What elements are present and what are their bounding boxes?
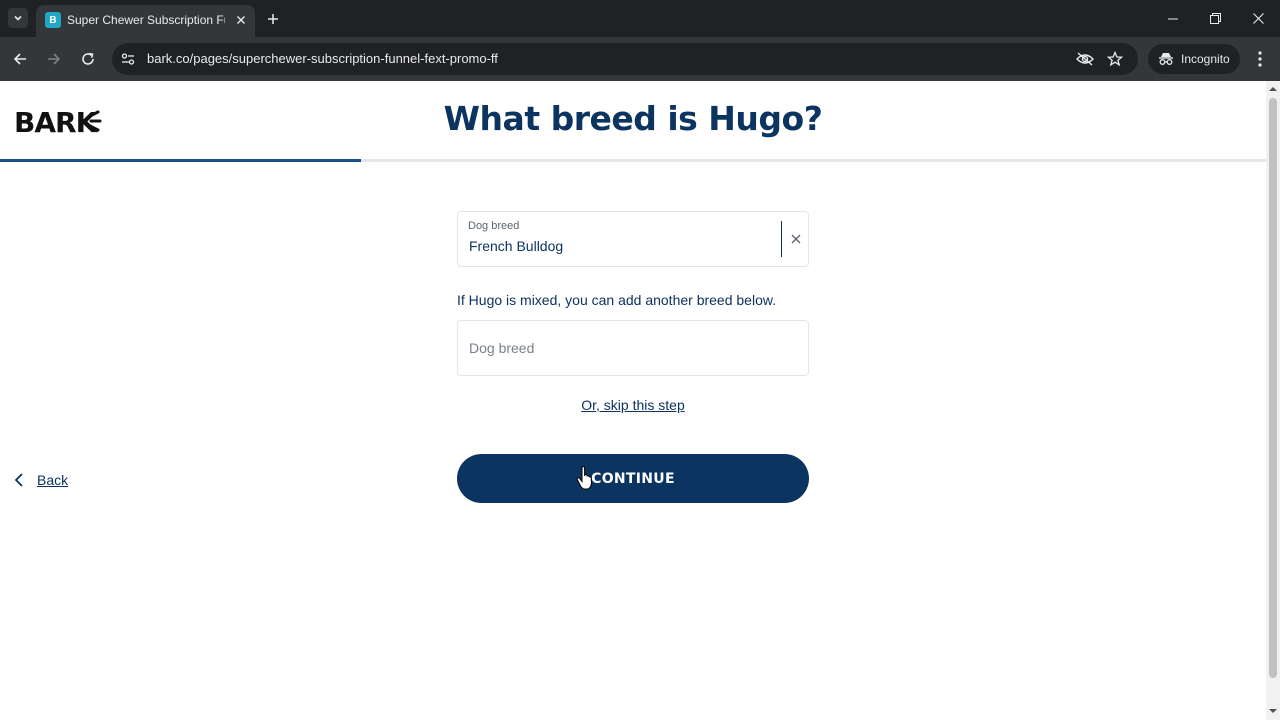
arrow-left-icon	[13, 53, 26, 65]
continue-button[interactable]: CONTINUE	[457, 454, 809, 503]
dog-breed-field-label: Dog breed	[468, 220, 520, 232]
star-icon	[1107, 51, 1123, 67]
restore-button[interactable]	[1194, 0, 1237, 37]
dog-breed-field[interactable]: Dog breed French Bulldog	[457, 211, 809, 267]
restore-icon	[1210, 13, 1221, 24]
scrollbar-thumb[interactable]	[1269, 98, 1277, 678]
minimize-icon	[1167, 18, 1178, 19]
scroll-down-arrow-icon[interactable]	[1269, 707, 1277, 715]
skip-step-link-label[interactable]: Or, skip this step	[581, 397, 684, 413]
browser-toolbar: bark.co/pages/superchewer-subscription-f…	[0, 37, 1280, 81]
incognito-indicator[interactable]: Incognito	[1148, 44, 1240, 74]
back-link[interactable]: Back	[14, 470, 68, 490]
tab-title: Super Chewer Subscription Fun	[67, 13, 225, 27]
hand-cursor-icon	[576, 466, 593, 490]
close-icon	[1253, 13, 1264, 24]
dog-breed-field-value[interactable]: French Bulldog	[469, 238, 563, 254]
chevron-left-icon	[14, 473, 23, 487]
tab-search-button[interactable]	[8, 8, 28, 28]
url-text[interactable]: bark.co/pages/superchewer-subscription-f…	[147, 51, 498, 66]
plus-icon	[268, 14, 278, 24]
mixed-breed-hint: If Hugo is mixed, you can add another br…	[457, 292, 777, 308]
eye-off-icon	[1076, 52, 1094, 66]
close-icon	[791, 234, 801, 244]
bark-favicon-icon: B	[45, 12, 61, 28]
skip-step-link[interactable]: Or, skip this step	[0, 397, 1266, 413]
page-title: What breed is Hugo?	[443, 99, 823, 138]
continue-button-label: CONTINUE	[591, 470, 675, 487]
page-content: BARK What breed is Hugo? Dog breed Frenc…	[0, 81, 1266, 720]
scroll-up-arrow-icon[interactable]	[1269, 85, 1277, 93]
bookmark-button[interactable]	[1106, 50, 1124, 68]
tab-close-button[interactable]	[232, 11, 250, 29]
browser-menu-button[interactable]	[1250, 49, 1270, 69]
close-icon	[237, 16, 245, 24]
progress-bar-fill	[0, 159, 361, 162]
minimize-button[interactable]	[1151, 0, 1194, 37]
progress-bar	[0, 159, 1266, 162]
incognito-label: Incognito	[1181, 52, 1230, 66]
address-bar[interactable]: bark.co/pages/superchewer-subscription-f…	[112, 43, 1138, 75]
clear-breed-button[interactable]	[787, 230, 805, 248]
second-dog-breed-field[interactable]: Dog breed	[457, 320, 809, 376]
reload-icon	[82, 52, 94, 65]
tracking-protection-button[interactable]	[1076, 50, 1094, 68]
back-nav-button[interactable]	[8, 47, 32, 71]
incognito-icon	[1159, 53, 1173, 65]
reload-button[interactable]	[76, 47, 100, 71]
browser-tab-bar: B Super Chewer Subscription Fun	[0, 0, 1280, 37]
close-window-button[interactable]	[1237, 0, 1280, 37]
new-tab-button[interactable]	[262, 8, 284, 30]
forward-nav-button[interactable]	[42, 47, 66, 71]
field-divider	[781, 221, 782, 257]
chevron-down-icon	[14, 15, 22, 21]
page-scrollbar[interactable]	[1266, 81, 1280, 720]
site-settings-icon[interactable]	[120, 51, 136, 67]
second-dog-breed-placeholder[interactable]: Dog breed	[469, 340, 534, 356]
arrow-right-icon	[48, 53, 61, 65]
more-vert-icon	[1258, 51, 1262, 67]
back-link-label[interactable]: Back	[37, 472, 68, 488]
browser-tab[interactable]: B Super Chewer Subscription Fun	[36, 5, 255, 37]
